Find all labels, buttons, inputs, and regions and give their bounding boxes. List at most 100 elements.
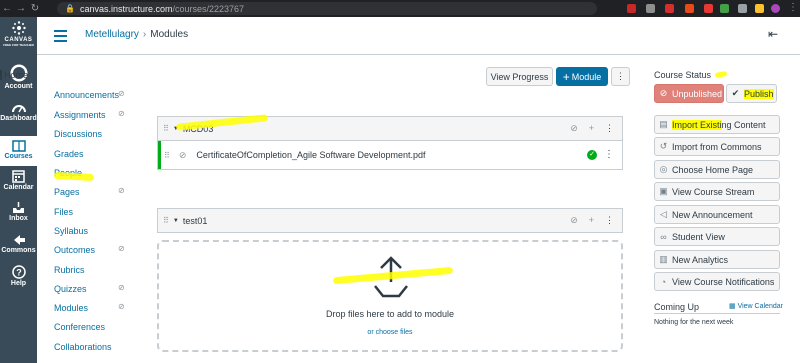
nav-help[interactable]: ? Help — [0, 265, 37, 287]
notification-icon: ◔ — [660, 276, 667, 287]
extension-icon[interactable] — [665, 4, 674, 13]
help-icon: ? — [11, 265, 26, 279]
calendar-icon — [12, 170, 25, 183]
courses-icon — [11, 140, 26, 152]
add-module-label: Module — [571, 71, 602, 82]
course-nav-rubrics[interactable]: Rubrics — [54, 265, 85, 275]
hidden-eye-icon: ⊘ — [118, 186, 125, 195]
forward-icon[interactable]: → — [14, 3, 28, 14]
new-analytics-button[interactable]: ▥ New Analytics — [654, 250, 780, 269]
kebab-icon: ⋮ — [616, 71, 625, 81]
unpublished-icon[interactable]: ⊘ — [570, 123, 578, 134]
course-nav-syllabus[interactable]: Syllabus — [54, 226, 88, 236]
extension-icon[interactable] — [627, 4, 636, 13]
browser-menu-icon[interactable]: ⋮ — [786, 2, 800, 13]
new-announcement-button[interactable]: ◁ New Announcement — [654, 205, 780, 224]
module-item[interactable]: ⠿ ⊘ CertificateOfCompletion_Agile Softwa… — [158, 141, 622, 169]
action-label: New Announcement — [672, 209, 753, 220]
logo-subtext: FREE FOR TEACHER — [3, 43, 34, 47]
back-icon[interactable]: ← — [0, 3, 14, 14]
nav-inbox-label: Inbox — [9, 215, 28, 222]
nav-dashboard[interactable]: Dashboard — [0, 102, 37, 122]
item-kebab-icon[interactable]: ⋮ — [604, 149, 614, 160]
action-label: New Analytics — [672, 254, 729, 265]
profile-avatar[interactable] — [771, 4, 780, 13]
course-nav-home[interactable]: Home — [0, 70, 28, 80]
extension-icon[interactable] — [646, 4, 655, 13]
breadcrumb-separator: › — [142, 29, 147, 40]
divider — [654, 313, 780, 314]
course-nav-discussions[interactable]: Discussions — [54, 129, 102, 139]
url-path: /courses/2223767 — [172, 3, 245, 14]
view-calendar-link[interactable]: ▦ View Calendar — [729, 302, 783, 310]
drag-handle-icon[interactable]: ⠿ — [164, 151, 170, 160]
choose-home-page-button[interactable]: ◎ Choose Home Page — [654, 160, 780, 179]
extension-icon[interactable] — [738, 4, 747, 13]
inbox-icon — [13, 202, 24, 213]
import-from-commons-button[interactable]: ↺ Import from Commons — [654, 137, 780, 156]
publish-button[interactable]: ✔ Publish — [726, 84, 777, 103]
view-course-stream-button[interactable]: ▣ View Course Stream — [654, 182, 780, 201]
plus-icon: + — [562, 69, 570, 84]
extension-icon[interactable] — [685, 4, 694, 13]
extension-icon[interactable] — [720, 4, 729, 13]
course-nav-pages[interactable]: Pages — [54, 187, 80, 197]
canvas-logo[interactable]: CANVAS FREE FOR TEACHER — [0, 21, 37, 47]
commons-icon — [13, 235, 25, 245]
collapse-caret-icon[interactable]: ▼ — [173, 218, 179, 224]
module-kebab-icon[interactable]: ⋮ — [605, 215, 614, 226]
breadcrumb-course[interactable]: Metellulagry — [85, 29, 139, 40]
add-item-icon[interactable]: + — [589, 215, 594, 226]
nav-calendar-label: Calendar — [3, 184, 34, 191]
hidden-eye-icon: ⊘ — [118, 89, 125, 98]
publish-label: Publish — [744, 88, 774, 99]
module-header[interactable]: ⠿ ▼ test01 ⊘ + ⋮ — [158, 209, 622, 233]
stream-icon: ▣ — [659, 186, 668, 196]
view-course-notifications-button[interactable]: ◔ View Course Notifications — [654, 272, 780, 291]
nav-inbox[interactable]: Inbox — [0, 202, 37, 222]
nav-commons[interactable]: Commons — [0, 234, 37, 254]
hidden-eye-icon: ⊘ — [118, 302, 125, 311]
course-nav-modules[interactable]: Modules — [54, 303, 88, 313]
drag-handle-icon[interactable]: ⠿ — [163, 216, 169, 225]
course-nav-collaborations[interactable]: Collaborations — [54, 342, 112, 352]
browser-toolbar: ← → ↻ 🔒 canvas.instructure.com/courses/2… — [0, 0, 800, 17]
unpublished-icon[interactable]: ⊘ — [570, 215, 578, 226]
course-nav-files[interactable]: Files — [54, 207, 73, 217]
address-bar[interactable]: 🔒 canvas.instructure.com/courses/2223767 — [57, 2, 597, 15]
nav-courses[interactable]: Courses — [0, 136, 37, 166]
breadcrumb: Metellulagry › Modules — [85, 29, 188, 40]
course-nav-assignments[interactable]: Assignments — [54, 110, 106, 120]
course-nav-announcements[interactable]: Announcements — [54, 90, 119, 100]
module-kebab-icon[interactable]: ⋮ — [605, 123, 614, 134]
action-label: Choose Home Page — [672, 164, 754, 175]
extension-icon[interactable] — [755, 4, 764, 13]
choose-files-link[interactable]: or choose files — [159, 329, 621, 336]
course-nav-outcomes[interactable]: Outcomes — [54, 245, 95, 255]
hidden-eye-icon: ⊘ — [118, 109, 125, 118]
import-existing-content-button[interactable]: ▤ Import Existi ng Content — [654, 115, 780, 134]
more-options-button[interactable]: ⋮ — [611, 67, 630, 86]
published-check-icon[interactable]: ✓ — [587, 150, 597, 160]
view-progress-button[interactable]: View Progress — [486, 67, 553, 86]
add-module-button[interactable]: + Module — [556, 67, 608, 86]
nav-calendar[interactable]: Calendar — [0, 170, 37, 191]
file-dropzone[interactable]: Drop files here to add to module or choo… — [157, 240, 623, 352]
course-nav-grades[interactable]: Grades — [54, 149, 84, 159]
collapse-sidebar-icon[interactable]: ⇤ — [768, 27, 778, 41]
module-item-title[interactable]: CertificateOfCompletion_Agile Software D… — [196, 150, 425, 160]
add-item-icon[interactable]: + — [589, 123, 594, 134]
student-view-button[interactable]: ∞ Student View — [654, 227, 780, 246]
course-nav-quizzes[interactable]: Quizzes — [54, 284, 87, 294]
unpublished-label: Unpublished — [672, 88, 723, 99]
drag-handle-icon[interactable]: ⠿ — [163, 124, 169, 133]
nav-account-label: Account — [4, 83, 33, 90]
dropzone-text: Drop files here to add to module — [325, 309, 455, 319]
reload-icon[interactable]: ↻ — [28, 3, 42, 14]
dashboard-icon — [11, 105, 26, 113]
course-nav-conferences[interactable]: Conferences — [54, 322, 105, 332]
module-card: ⠿ ▼ test01 ⊘ + ⋮ — [157, 208, 623, 233]
extension-icon[interactable] — [704, 4, 713, 13]
hamburger-icon[interactable] — [54, 30, 67, 45]
unpublished-button[interactable]: ⊘ Unpublished — [654, 84, 724, 103]
